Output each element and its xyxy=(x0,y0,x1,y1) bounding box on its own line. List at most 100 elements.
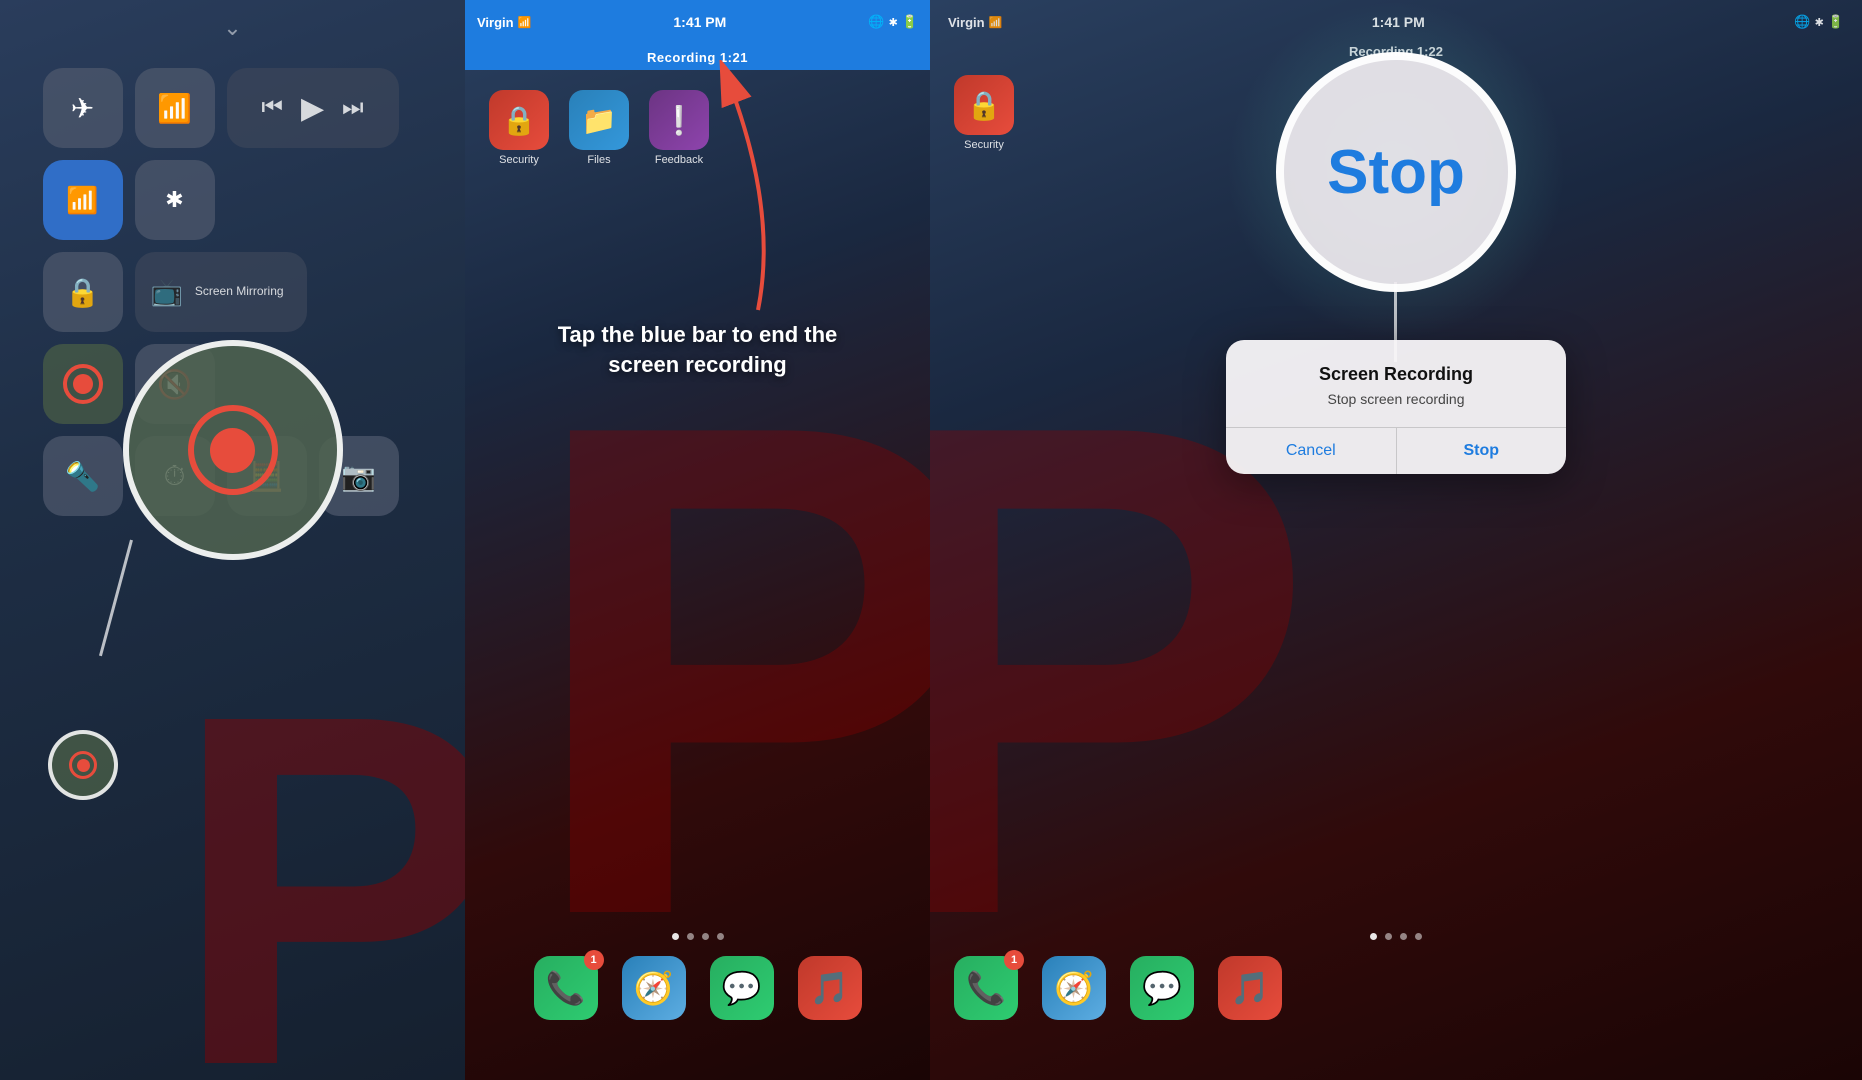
wifi-status-icon: 📶 xyxy=(518,16,532,29)
p3-dock-music[interactable]: 🎵 xyxy=(1218,956,1282,1020)
phone-statusbar[interactable]: Virgin 📶 1:41 PM 🌐 ✱ 🔋 xyxy=(465,0,930,44)
p3-page-dots xyxy=(1370,933,1422,940)
bluetooth-icon: ✱ xyxy=(165,187,183,213)
media-controls: ⏮ ▶ ⏭ xyxy=(227,68,399,148)
cellular-button[interactable]: 📶 xyxy=(135,68,215,148)
torch-icon: 🔦 xyxy=(65,460,100,493)
p3-status-time: 1:41 PM xyxy=(1372,14,1425,30)
p3-security-app-box: 🔒 xyxy=(954,75,1014,135)
p3-globe-icon: 🌐 xyxy=(1794,14,1810,30)
page-dot-3 xyxy=(702,933,709,940)
p3-dock-phone[interactable]: 📞 1 xyxy=(954,956,1018,1020)
p3-page-dot-2 xyxy=(1385,933,1392,940)
dock-messages[interactable]: 💬 xyxy=(710,956,774,1020)
dialog-title: Screen Recording xyxy=(1246,364,1546,385)
big-rec-dot-outer xyxy=(188,405,278,495)
phone-badge: 1 xyxy=(584,950,604,970)
airplane-icon: ✈ xyxy=(71,92,94,125)
p3-status-right: 🌐 ✱ 🔋 xyxy=(1794,14,1844,30)
panel1-control-center: P ⌄ ✈ 📶 📶 ✱ xyxy=(0,0,465,1080)
globe-icon: 🌐 xyxy=(868,14,884,30)
screen-mirroring-icon: 📺 xyxy=(151,277,183,308)
screen-recording-button[interactable] xyxy=(43,344,123,424)
status-right: 🌐 ✱ 🔋 xyxy=(868,14,918,30)
carrier-label: Virgin xyxy=(477,15,514,30)
p3-bt-icon: ✱ xyxy=(1815,16,1824,29)
p3-carrier: Virgin xyxy=(948,15,985,30)
bluetooth-button[interactable]: ✱ xyxy=(135,160,215,240)
chevron-down-icon[interactable]: ⌄ xyxy=(203,18,263,38)
arrow-container xyxy=(678,60,818,325)
bg-letter-p2: P xyxy=(523,320,930,1020)
p3-status-left: Virgin 📶 xyxy=(948,15,1002,30)
cc-row-1a: ✈ 📶 xyxy=(43,68,215,148)
wifi-button[interactable]: 📶 xyxy=(43,160,123,240)
p3-dock-safari[interactable]: 🧭 xyxy=(1042,956,1106,1020)
screen-mirroring-label: Screen Mirroring xyxy=(195,284,284,300)
screen-recording-dialog: Screen Recording Stop screen recording C… xyxy=(1226,340,1566,474)
screen-recording-zoom-circle xyxy=(123,340,343,560)
dialog-stop-button[interactable]: Stop xyxy=(1396,428,1567,474)
security-app-label: Security xyxy=(499,154,539,166)
p3-page-dot-3 xyxy=(1400,933,1407,940)
p3-battery-icon: 🔋 xyxy=(1828,14,1844,30)
instruction-text: Tap the blue bar to end the screen recor… xyxy=(528,320,868,379)
dock: 📞 1 🧭 💬 🎵 xyxy=(465,956,930,1020)
screen-recording-small-circle xyxy=(48,730,118,800)
dock-phone[interactable]: 📞 1 xyxy=(534,956,598,1020)
dialog-buttons: Cancel Stop xyxy=(1226,427,1566,474)
screen-mirroring-button[interactable]: 📺 Screen Mirroring xyxy=(135,252,307,332)
p3-phone-badge: 1 xyxy=(1004,950,1024,970)
stop-label: Stop xyxy=(1327,137,1465,208)
p3-statusbar: Virgin 📶 1:41 PM 🌐 ✱ 🔋 xyxy=(930,0,1862,44)
p3-page-dot-1 xyxy=(1370,933,1377,940)
play-button[interactable]: ▶ xyxy=(301,91,324,126)
big-rec-dot-inner xyxy=(210,428,255,473)
panel2-iphone-home: Virgin 📶 1:41 PM 🌐 ✱ 🔋 Recording 1:21 🔒 … xyxy=(465,0,930,1080)
panel3-iphone-stop: Virgin 📶 1:41 PM 🌐 ✱ 🔋 Recording 1:22 🔒 … xyxy=(930,0,1862,1080)
lock-rotation-button[interactable]: 🔒 xyxy=(43,252,123,332)
p3-wifi-icon: 📶 xyxy=(989,16,1003,29)
bg-letter-p1: P xyxy=(172,640,466,1080)
stop-circle[interactable]: Stop xyxy=(1276,52,1516,292)
next-button[interactable]: ⏭ xyxy=(342,94,364,122)
cc-row-1: ✈ 📶 📶 ✱ ⏮ ▶ ⏭ xyxy=(43,68,423,240)
arrow-svg xyxy=(678,60,818,320)
p3-page-dot-4 xyxy=(1415,933,1422,940)
rec-dot-outer xyxy=(63,364,103,404)
bt-icon: ✱ xyxy=(889,16,898,29)
page-dot-4 xyxy=(717,933,724,940)
p3-dock: 📞 1 🧭 💬 🎵 xyxy=(930,956,1862,1020)
wifi-icon: 📶 xyxy=(66,185,98,216)
dialog-content: Screen Recording Stop screen recording xyxy=(1226,340,1566,407)
small-rec-dot-inner xyxy=(77,759,90,772)
status-left: Virgin 📶 xyxy=(477,15,531,30)
dock-safari[interactable]: 🧭 xyxy=(622,956,686,1020)
rec-dot-inner xyxy=(73,374,93,394)
dialog-subtitle: Stop screen recording xyxy=(1246,391,1546,407)
small-rec-dot-outer xyxy=(69,751,97,779)
dialog-cancel-button[interactable]: Cancel xyxy=(1226,428,1396,474)
security-app-icon[interactable]: 🔒 Security xyxy=(489,90,549,166)
security-app-box: 🔒 xyxy=(489,90,549,150)
torch-button[interactable]: 🔦 xyxy=(43,436,123,516)
cc-left-col: 🔒 xyxy=(43,252,123,424)
p3-security-app-icon[interactable]: 🔒 Security xyxy=(954,75,1014,151)
camera-icon: 📷 xyxy=(341,460,376,493)
page-dot-2 xyxy=(687,933,694,940)
files-app-box: 📁 xyxy=(569,90,629,150)
status-time: 1:41 PM xyxy=(673,14,726,30)
page-dots xyxy=(672,933,724,940)
cellular-icon: 📶 xyxy=(157,92,192,125)
p3-dock-messages[interactable]: 💬 xyxy=(1130,956,1194,1020)
cc-row-1b: 📶 ✱ xyxy=(43,160,215,240)
airplane-mode-button[interactable]: ✈ xyxy=(43,68,123,148)
lock-rotation-icon: 🔒 xyxy=(65,276,100,309)
page-dot-1 xyxy=(672,933,679,940)
files-app-icon[interactable]: 📁 Files xyxy=(569,90,629,166)
p3-security-app-label: Security xyxy=(964,139,1004,151)
battery-icon: 🔋 xyxy=(902,14,918,30)
dock-music[interactable]: 🎵 xyxy=(798,956,862,1020)
prev-button[interactable]: ⏮ xyxy=(261,94,283,122)
circle-line-connector xyxy=(99,540,133,657)
